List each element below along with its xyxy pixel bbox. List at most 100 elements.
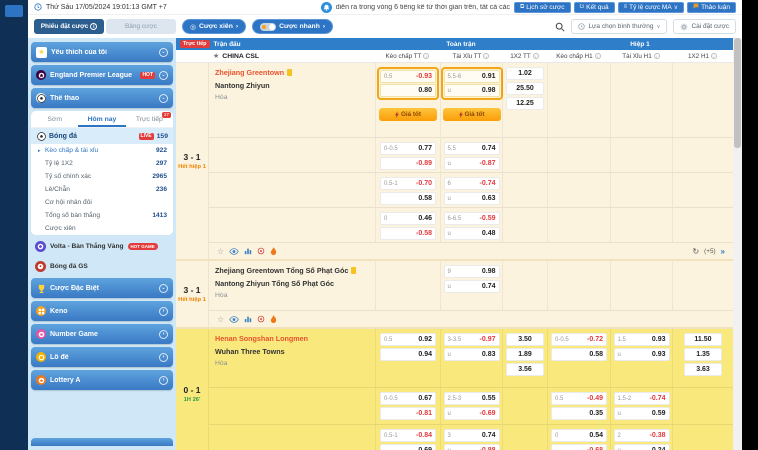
teams-cell[interactable]: Henan Songshan Longmen Wuhan Three Towns… <box>209 329 375 387</box>
odds-type-dropdown[interactable]: ≡ Tỷ lệ cược MA ∨ <box>618 2 684 13</box>
odds-box[interactable]: 2.5-30.55 <box>444 392 500 405</box>
league-header[interactable]: ★ CHINA CSL <box>209 52 375 60</box>
sidebar-item-parlay[interactable]: Cược xiên <box>31 222 173 235</box>
quick-bet-toggle[interactable] <box>260 23 276 31</box>
info-icon[interactable]: i <box>483 53 489 59</box>
odds-box[interactable]: 0.50.92 <box>380 333 436 346</box>
fire-icon[interactable] <box>270 247 277 256</box>
more-markets-count[interactable]: (+5) <box>704 248 715 255</box>
parlay-button[interactable]: ◎ Cược xiên › <box>182 19 246 34</box>
best-price-button[interactable]: Giá tốt <box>379 108 437 121</box>
sidebar-item-total-goals[interactable]: Tổng số bàn thắng 1413 <box>31 209 173 222</box>
sidebar-item-partial[interactable] <box>31 438 173 446</box>
odds-box[interactable]: u-0.69 <box>444 407 500 420</box>
odds-box[interactable]: 0.94 <box>380 348 436 361</box>
odds-box[interactable]: u0.24 <box>614 444 670 450</box>
sidebar-item-volta[interactable]: Volta - Bàn Thắng Vàng HOT GAME <box>31 238 173 255</box>
odds-box[interactable]: 6-6.5-0.59 <box>444 212 500 225</box>
odds-box[interactable]: 0.5-0.49 <box>551 392 607 405</box>
tab-today[interactable]: Hôm nay <box>78 111 125 127</box>
favorite-star-icon[interactable]: ☆ <box>217 247 224 256</box>
info-icon[interactable]: i <box>533 53 539 59</box>
odds-box[interactable]: u0.93 <box>614 348 670 361</box>
info-icon[interactable]: i <box>654 53 660 59</box>
odds-box[interactable]: 00.54 <box>551 429 607 442</box>
sidebar-item-keno[interactable]: Keno › <box>31 301 173 321</box>
sidebar-item-football-gs[interactable]: Bóng đá GS <box>31 258 173 275</box>
odds-box[interactable]: 2-0.38 <box>614 429 670 442</box>
odds-box[interactable]: 25.50 <box>506 82 544 95</box>
odds-box[interactable]: 0-0.50.77 <box>380 142 436 155</box>
teams-cell[interactable]: Zhejiang Greentown Nantong Zhiyun Hòa <box>209 63 375 137</box>
odds-box[interactable]: 0.5-0.93 <box>380 70 436 83</box>
odds-box[interactable]: 5.5-60.91 <box>444 70 500 83</box>
tab-early[interactable]: Sớm <box>31 111 78 127</box>
results-button[interactable]: G Kết quả <box>574 2 615 13</box>
odds-box[interactable]: 0.80 <box>380 84 436 97</box>
bet-settings-button[interactable]: Cài đặt cược <box>673 19 736 34</box>
odds-box[interactable]: 3.56 <box>506 363 544 376</box>
odds-box[interactable]: 3.50 <box>506 333 544 346</box>
bet-history-button[interactable]: ⧉ Lịch sử cược <box>514 2 571 13</box>
sidebar-item-1x2[interactable]: Tỷ lệ 1X2 297 <box>31 157 173 170</box>
fire-icon[interactable] <box>270 315 277 324</box>
chevron-down-icon[interactable]: ⌄ <box>159 71 168 80</box>
best-price-button[interactable]: Giá tốt <box>443 108 501 121</box>
odds-box[interactable]: 3.63 <box>684 363 722 376</box>
odds-box[interactable]: 1.02 <box>506 67 544 80</box>
sidebar-item-favorites[interactable]: ★ Yêu thích của tôi ⌄ <box>31 42 173 62</box>
odds-box[interactable]: -0.58 <box>380 227 436 240</box>
eye-icon[interactable] <box>229 316 239 323</box>
odds-box[interactable]: u-0.88 <box>444 444 500 450</box>
odds-box[interactable]: 0.58 <box>380 192 436 205</box>
odds-box[interactable]: 0.58 <box>551 348 607 361</box>
sidebar-item-sports[interactable]: Thể thao ⌄ <box>31 88 173 108</box>
chevron-up-icon[interactable]: ⌄ <box>159 94 168 103</box>
sidebar-item-epl[interactable]: England Premier League HOT ⌄ <box>31 65 173 85</box>
tab-bet-slip[interactable]: Phiếu đặt cược i <box>34 19 104 34</box>
selection-mode-dropdown[interactable]: Lựa chọn bình thường ∨ <box>571 19 667 34</box>
target-icon[interactable] <box>257 247 265 255</box>
search-icon[interactable] <box>555 22 565 32</box>
stats-icon[interactable] <box>244 315 252 323</box>
odds-box[interactable]: 1.5-2-0.74 <box>614 392 670 405</box>
sidebar-item-lottery-a[interactable]: Lottery A › <box>31 370 173 390</box>
odds-box[interactable]: -0.89 <box>380 157 436 170</box>
target-icon[interactable] <box>257 315 265 323</box>
info-icon[interactable]: i <box>595 53 601 59</box>
odds-box[interactable]: 1.50.93 <box>614 333 670 346</box>
info-icon[interactable]: i <box>423 53 429 59</box>
odds-box[interactable]: 6-0.74 <box>444 177 500 190</box>
odds-box[interactable]: -0.81 <box>380 407 436 420</box>
sidebar-item-football[interactable]: Bóng đá LIVE 159 <box>31 128 173 144</box>
odds-box[interactable]: u0.83 <box>444 348 500 361</box>
refresh-icon[interactable]: ↻ <box>692 247 699 256</box>
odds-box[interactable]: 90.98 <box>444 265 500 278</box>
odds-box[interactable]: 0.35 <box>551 407 607 420</box>
scrollbar-thumb[interactable] <box>734 38 741 148</box>
odds-box[interactable]: 30.74 <box>444 429 500 442</box>
expand-markets-icon[interactable]: » <box>721 247 725 256</box>
odds-box[interactable]: 00.46 <box>380 212 436 225</box>
info-icon[interactable]: i <box>711 53 717 59</box>
league-star-icon[interactable]: ★ <box>213 52 219 60</box>
sidebar-item-number-game[interactable]: Number Game › <box>31 324 173 344</box>
favorite-star-icon[interactable]: ☆ <box>217 315 224 324</box>
odds-box[interactable]: 12.25 <box>506 97 544 110</box>
odds-box[interactable]: 3-3.5-0.97 <box>444 333 500 346</box>
discussion-button[interactable]: Thảo luận <box>687 2 736 13</box>
odds-box[interactable]: u0.63 <box>444 192 500 205</box>
odds-box[interactable]: 0.69 <box>380 444 436 450</box>
sidebar-item-double-chance[interactable]: Cơ hội nhân đôi <box>31 196 173 209</box>
quick-bet-button[interactable]: Cược nhanh › <box>252 19 333 34</box>
odds-box[interactable]: u0.74 <box>444 280 500 293</box>
odds-box[interactable]: u0.59 <box>614 407 670 420</box>
odds-box[interactable]: u0.98 <box>444 84 500 97</box>
odds-box[interactable]: u-0.87 <box>444 157 500 170</box>
chevron-down-icon[interactable]: ⌄ <box>159 284 168 293</box>
teams-cell[interactable]: Zhejiang Greentown Tổng Số Phạt Góc Nant… <box>209 261 375 310</box>
odds-box[interactable]: 1.89 <box>506 348 544 361</box>
odds-box[interactable]: u0.48 <box>444 227 500 240</box>
vertical-scrollbar[interactable] <box>733 38 742 450</box>
odds-box[interactable]: 11.50 <box>684 333 722 346</box>
